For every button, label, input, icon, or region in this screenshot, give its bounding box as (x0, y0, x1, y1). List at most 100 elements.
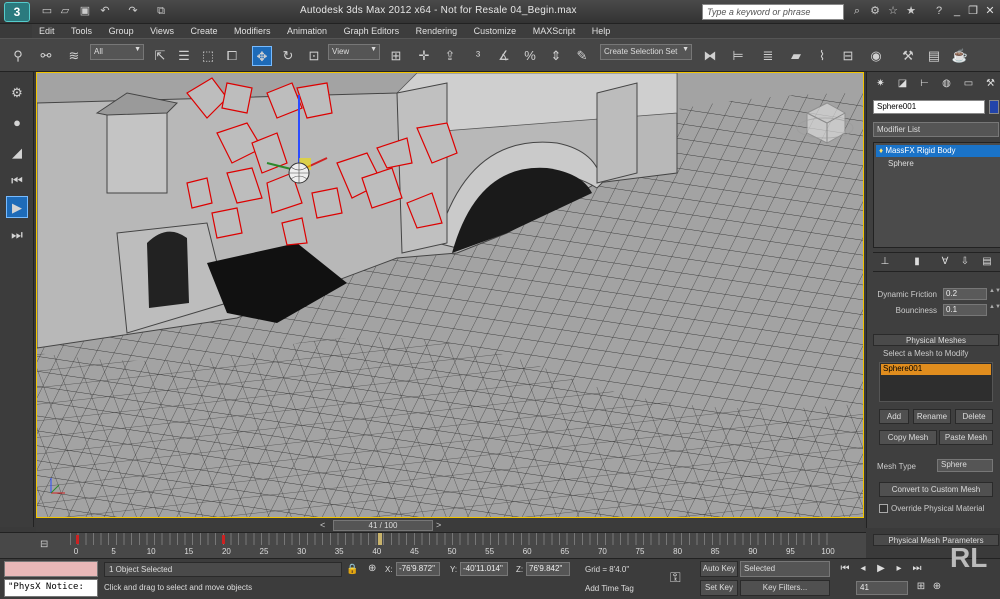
percent-snap-icon[interactable]: % (520, 46, 540, 66)
select-and-move-icon[interactable]: ✥ (252, 46, 272, 66)
start-simulation-icon[interactable]: ▶ (6, 196, 28, 218)
menu-tools[interactable]: Tools (64, 24, 99, 38)
auto-key-button[interactable]: Auto Key (700, 561, 738, 577)
layer-manager-icon[interactable]: ≣ (758, 46, 778, 66)
keyframe-marker[interactable] (76, 535, 79, 544)
time-slider[interactable]: 41 / 100 (333, 520, 433, 531)
named-selection-set-dropdown[interactable]: Create Selection Set ▼ (600, 44, 692, 60)
close-icon[interactable]: ✕ (981, 3, 999, 19)
key-selection-dropdown[interactable]: Selected (740, 561, 830, 577)
step-simulation-icon[interactable]: ⏭ (6, 224, 28, 246)
y-coordinate-field[interactable]: -40'11.014" (460, 562, 508, 576)
mesh-list-item[interactable]: Sphere001 (881, 364, 991, 375)
menu-create[interactable]: Create (183, 24, 224, 38)
add-button[interactable]: Add (879, 409, 909, 424)
open-mini-curve-editor-icon[interactable]: ⊟ (40, 539, 48, 550)
play-icon[interactable]: ▶ (874, 563, 888, 577)
menu-modifiers[interactable]: Modifiers (227, 24, 278, 38)
unlink-icon[interactable]: ⚯ (36, 46, 56, 66)
z-coordinate-field[interactable]: 76'9.842" (526, 562, 570, 576)
material-editor-icon[interactable]: ◉ (866, 46, 886, 66)
keyframe-marker[interactable] (222, 535, 225, 544)
track-bar[interactable]: ⊟ 0 5 10 15 20 25 30 35 40 45 50 55 60 65 70 75 80 85 90 95… (0, 532, 866, 558)
key-filters-button[interactable]: Key Filters... (740, 580, 830, 596)
create-tab-icon[interactable]: ✷ (873, 76, 888, 91)
modify-tab-icon[interactable]: ◪ (895, 76, 910, 91)
stack-item-sphere[interactable]: Sphere (888, 159, 914, 168)
help-icon[interactable]: ? (932, 4, 946, 18)
menu-customize[interactable]: Customize (467, 24, 524, 38)
massfx-tools-icon[interactable]: ⚙ (6, 82, 28, 104)
new-file-icon[interactable]: ▭ (40, 4, 54, 18)
menu-rendering[interactable]: Rendering (409, 24, 465, 38)
object-name-field[interactable]: Sphere001 (873, 100, 985, 114)
redo-icon[interactable]: ↷ (126, 4, 140, 18)
rendered-frame-window-icon[interactable]: ▤ (924, 46, 944, 66)
utilities-tab-icon[interactable]: ⚒ (983, 76, 998, 91)
search-input[interactable]: Type a keyword or phrase (702, 4, 844, 20)
key-icon[interactable]: ⚿ (670, 569, 681, 586)
make-unique-icon[interactable]: ∀ (939, 256, 951, 270)
app-logo-icon[interactable]: 3 (4, 2, 30, 22)
select-and-scale-icon[interactable]: ⊡ (304, 46, 324, 66)
time-prev-icon[interactable]: < (320, 520, 325, 530)
keyboard-shortcut-override-icon[interactable]: ⇪ (440, 46, 460, 66)
previous-frame-icon[interactable]: ◂ (856, 563, 870, 577)
convert-to-custom-mesh-button[interactable]: Convert to Custom Mesh (879, 482, 993, 497)
zoom-icon[interactable]: ⊕ (930, 581, 944, 595)
go-to-end-icon[interactable]: ⏭ (910, 563, 924, 577)
time-configuration-icon[interactable]: ⊞ (914, 581, 928, 595)
bounciness-field[interactable]: 0.1 (943, 304, 987, 316)
perspective-viewport[interactable] (36, 72, 864, 518)
display-tab-icon[interactable]: ▭ (961, 76, 976, 91)
selection-filter-dropdown[interactable]: All ▼ (90, 44, 144, 60)
modifier-list-dropdown[interactable]: Modifier List (873, 122, 999, 137)
current-frame-marker[interactable] (378, 533, 383, 545)
rigid-body-icon[interactable]: ● (6, 112, 28, 134)
use-pivot-center-icon[interactable]: ⊞ (386, 46, 406, 66)
menu-help[interactable]: Help (585, 24, 618, 38)
stack-item-massfx-rigid-body[interactable]: ♦ MassFX Rigid Body (876, 145, 1000, 157)
render-production-icon[interactable]: ☕ (950, 46, 970, 66)
configure-sets-icon[interactable]: ▤ (981, 256, 993, 270)
save-file-icon[interactable]: ▣ (78, 4, 92, 18)
edit-named-selection-icon[interactable]: ✎ (572, 46, 592, 66)
selection-lock-icon[interactable]: 🔒 (346, 564, 358, 575)
rename-button[interactable]: Rename (913, 409, 951, 424)
bounciness-spinner[interactable]: ▲▼ (989, 304, 1000, 316)
track-ruler[interactable] (70, 533, 834, 545)
override-physical-material-checkbox[interactable] (879, 504, 888, 513)
rectangle-selection-icon[interactable]: ⬚ (198, 46, 218, 66)
physical-meshes-rollout[interactable]: Physical Meshes (873, 334, 999, 346)
dynamic-friction-field[interactable]: 0.2 (943, 288, 987, 300)
current-frame-field[interactable]: 41 (856, 581, 908, 595)
mesh-list[interactable]: Sphere001 (879, 362, 993, 402)
spinner-snap-icon[interactable]: ⇕ (546, 46, 566, 66)
render-setup-icon[interactable]: ⚒ (898, 46, 918, 66)
favorites-icon[interactable]: ★ (904, 4, 918, 18)
reset-simulation-icon[interactable]: ⏮ (6, 170, 28, 192)
mirror-icon[interactable]: ⧓ (700, 46, 720, 66)
add-time-tag-button[interactable]: Add Time Tag (585, 584, 634, 593)
time-next-icon[interactable]: > (436, 520, 441, 530)
select-and-manipulate-icon[interactable]: ✛ (414, 46, 434, 66)
delete-button[interactable]: Delete (955, 409, 993, 424)
absolute-mode-icon[interactable]: ⊕ (368, 563, 376, 574)
paste-mesh-button[interactable]: Paste Mesh (939, 430, 993, 445)
select-by-name-icon[interactable]: ☰ (174, 46, 194, 66)
snaps-toggle-icon[interactable]: ³ (468, 46, 488, 66)
menu-animation[interactable]: Animation (280, 24, 334, 38)
graphite-modeling-icon[interactable]: ▰ (786, 46, 806, 66)
search-icon[interactable]: ⌕ (850, 4, 864, 18)
subscription-icon[interactable]: ⚙ (868, 4, 882, 18)
undo-icon[interactable]: ↶ (98, 4, 112, 18)
bind-space-warp-icon[interactable]: ≋ (64, 46, 84, 66)
communication-center-icon[interactable]: ☆ (886, 4, 900, 18)
menu-views[interactable]: Views (143, 24, 181, 38)
link-icon[interactable]: ⚲ (8, 46, 28, 66)
schematic-view-icon[interactable]: ⊟ (838, 46, 858, 66)
next-frame-icon[interactable]: ▸ (892, 563, 906, 577)
curve-editor-icon[interactable]: ⌇ (812, 46, 832, 66)
x-coordinate-field[interactable]: -76'9.872" (396, 562, 440, 576)
select-object-icon[interactable]: ⇱ (150, 46, 170, 66)
